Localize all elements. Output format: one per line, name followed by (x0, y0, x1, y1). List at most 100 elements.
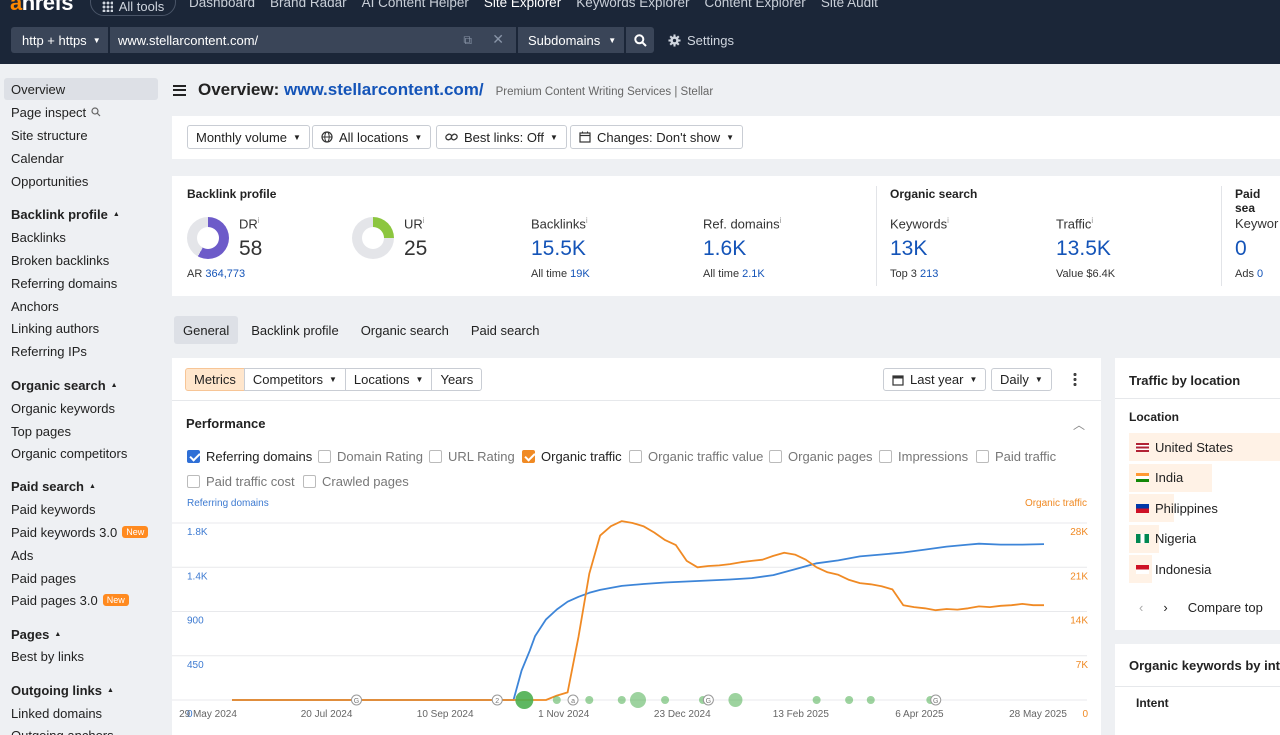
checkbox[interactable] (303, 474, 316, 488)
checkbox[interactable] (429, 449, 442, 463)
nav-dashboard[interactable]: Dashboard (189, 0, 255, 10)
nav-content-explorer[interactable]: Content Explorer (705, 0, 806, 10)
sidebar-item-18[interactable]: Paid keywords 3.0 New (4, 521, 158, 543)
metric-toggle-8[interactable]: Paid traffic cost (187, 473, 295, 489)
sidebar-item-23[interactable]: Best by links (4, 645, 158, 667)
best-links-dropdown[interactable]: Best links: Off ▼ (436, 125, 567, 149)
sidebar-item-0[interactable]: Overview (4, 78, 158, 100)
ref-domains-value[interactable]: 1.6K (703, 237, 746, 261)
segment-metrics[interactable]: Metrics (185, 368, 245, 391)
sidebar-item-20[interactable]: Paid pages (4, 567, 158, 589)
granularity-dropdown[interactable]: Daily ▼ (991, 368, 1052, 391)
sidebar-item-6[interactable]: Backlinks (4, 226, 158, 248)
metric-toggle-2[interactable]: URL Rating (429, 448, 515, 464)
metric-toggle-0[interactable]: Referring domains (187, 448, 312, 464)
backlinks-value[interactable]: 15.5K (531, 237, 586, 261)
nav-keywords-explorer[interactable]: Keywords Explorer (576, 0, 689, 10)
segment-locations[interactable]: Locations ▼ (344, 368, 433, 391)
segment-years[interactable]: Years (431, 368, 483, 391)
metric-toggle-3[interactable]: Organic traffic (522, 448, 622, 464)
traffic-label: Traffici (1056, 216, 1094, 232)
sidebar-item-10[interactable]: Linking authors (4, 317, 158, 339)
clear-icon[interactable]: ✕ (492, 31, 504, 48)
location-row[interactable]: Nigeria (1136, 525, 1196, 553)
sidebar-item-9[interactable]: Anchors (4, 295, 158, 317)
url-input[interactable]: www.stellarcontent.com/ ⧉ ✕ (110, 27, 516, 53)
sidebar-section-5[interactable]: Backlink profile ▲ (4, 203, 158, 225)
sidebar-item-8[interactable]: Referring domains (4, 272, 158, 294)
tab-paid-search[interactable]: Paid search (462, 316, 549, 344)
page-title: Overview: www.stellarcontent.com/ (198, 80, 484, 99)
tab-general[interactable]: General (174, 316, 239, 344)
nav-site-explorer[interactable]: Site Explorer (484, 0, 561, 10)
sidebar-item-19[interactable]: Ads (4, 544, 158, 566)
metric-toggle-6[interactable]: Impressions (879, 448, 968, 464)
sidebar-item-7[interactable]: Broken backlinks (4, 249, 158, 271)
metric-toggle-4[interactable]: Organic traffic value (629, 448, 763, 464)
sidebar-section-22[interactable]: Pages ▲ (4, 623, 158, 645)
sidebar-section-24[interactable]: Outgoing links ▲ (4, 679, 158, 701)
sidebar-item-11[interactable]: Referring IPs (4, 340, 158, 362)
metric-toggle-9[interactable]: Crawled pages (303, 473, 409, 489)
external-link-icon[interactable]: ⧉ (463, 33, 472, 48)
ahrefs-logo[interactable]: ahrefs (10, 0, 74, 16)
sidebar-item-4[interactable]: Opportunities (4, 170, 158, 192)
nav-brand-radar[interactable]: Brand Radar (270, 0, 347, 10)
compare-top-link[interactable]: Compare top (1188, 600, 1263, 615)
metric-toggle-5[interactable]: Organic pages (769, 448, 873, 464)
paid-keywords-value[interactable]: 0 (1235, 237, 1247, 261)
metric-toggle-7[interactable]: Paid traffic (976, 448, 1056, 464)
sidebar-section-12[interactable]: Organic search ▲ (4, 374, 158, 396)
sidebar-item-13[interactable]: Organic keywords (4, 397, 158, 419)
all-tools-button[interactable]: All tools (90, 0, 176, 16)
metric-toggle-1[interactable]: Domain Rating (318, 448, 423, 464)
sidebar-item-2[interactable]: Site structure (4, 124, 158, 146)
checkbox[interactable] (769, 449, 782, 463)
sidebar-item-17[interactable]: Paid keywords (4, 498, 158, 520)
sidebar-section-16[interactable]: Paid search ▲ (4, 475, 158, 497)
hamburger-menu-icon[interactable] (173, 84, 186, 96)
sidebar: Overview Page inspect Site structure Calend… (0, 64, 165, 735)
location-row[interactable]: India (1136, 464, 1183, 492)
checkbox[interactable] (318, 449, 331, 463)
search-button[interactable] (626, 27, 654, 53)
sidebar-item-21[interactable]: Paid pages 3.0 New (4, 589, 158, 611)
checkbox[interactable] (879, 449, 892, 463)
chevron-right-icon[interactable]: › (1163, 600, 1167, 615)
segment-competitors[interactable]: Competitors ▼ (243, 368, 346, 391)
sidebar-item-1[interactable]: Page inspect (4, 101, 158, 123)
sidebar-item-26[interactable]: Outgoing anchors (4, 724, 158, 735)
nav-site-audit[interactable]: Site Audit (821, 0, 878, 10)
more-options-icon[interactable] (1073, 372, 1077, 388)
checkbox[interactable] (629, 449, 642, 463)
location-row[interactable]: United States (1136, 433, 1233, 461)
page-title-url[interactable]: www.stellarcontent.com/ (284, 80, 484, 99)
checkbox[interactable] (976, 449, 989, 463)
keywords-value[interactable]: 13K (890, 237, 927, 261)
location-row[interactable]: Philippines (1136, 494, 1218, 522)
caret-down-icon: ▼ (969, 375, 978, 384)
metric-toggle-label: Paid traffic cost (206, 473, 295, 489)
volume-dropdown[interactable]: Monthly volume ▼ (187, 125, 310, 149)
changes-dropdown[interactable]: Changes: Don't show ▼ (570, 125, 744, 149)
range-dropdown[interactable]: Last year ▼ (883, 368, 987, 391)
globe-icon (321, 131, 333, 143)
traffic-value[interactable]: 13.5K (1056, 237, 1111, 261)
tab-backlink-profile[interactable]: Backlink profile (242, 316, 347, 344)
locations-dropdown[interactable]: All locations ▼ (312, 125, 432, 149)
checkbox[interactable] (187, 474, 200, 488)
tab-organic-search[interactable]: Organic search (352, 316, 458, 344)
chevron-left-icon[interactable]: ‹ (1139, 600, 1143, 615)
location-row[interactable]: Indonesia (1136, 555, 1211, 583)
collapse-chevron-icon[interactable]: ︿ (1073, 416, 1085, 433)
sidebar-item-15[interactable]: Organic competitors (4, 442, 158, 464)
settings-button[interactable]: Settings (668, 27, 734, 53)
mode-dropdown[interactable]: Subdomains ▼ (518, 27, 624, 53)
checkbox[interactable] (187, 449, 200, 463)
nav-ai-content-helper[interactable]: AI Content Helper (362, 0, 469, 10)
sidebar-item-3[interactable]: Calendar (4, 147, 158, 169)
sidebar-item-14[interactable]: Top pages (4, 420, 158, 442)
checkbox[interactable] (522, 449, 535, 463)
sidebar-item-25[interactable]: Linked domains (4, 702, 158, 724)
protocol-dropdown[interactable]: http + https ▼ (11, 27, 108, 53)
